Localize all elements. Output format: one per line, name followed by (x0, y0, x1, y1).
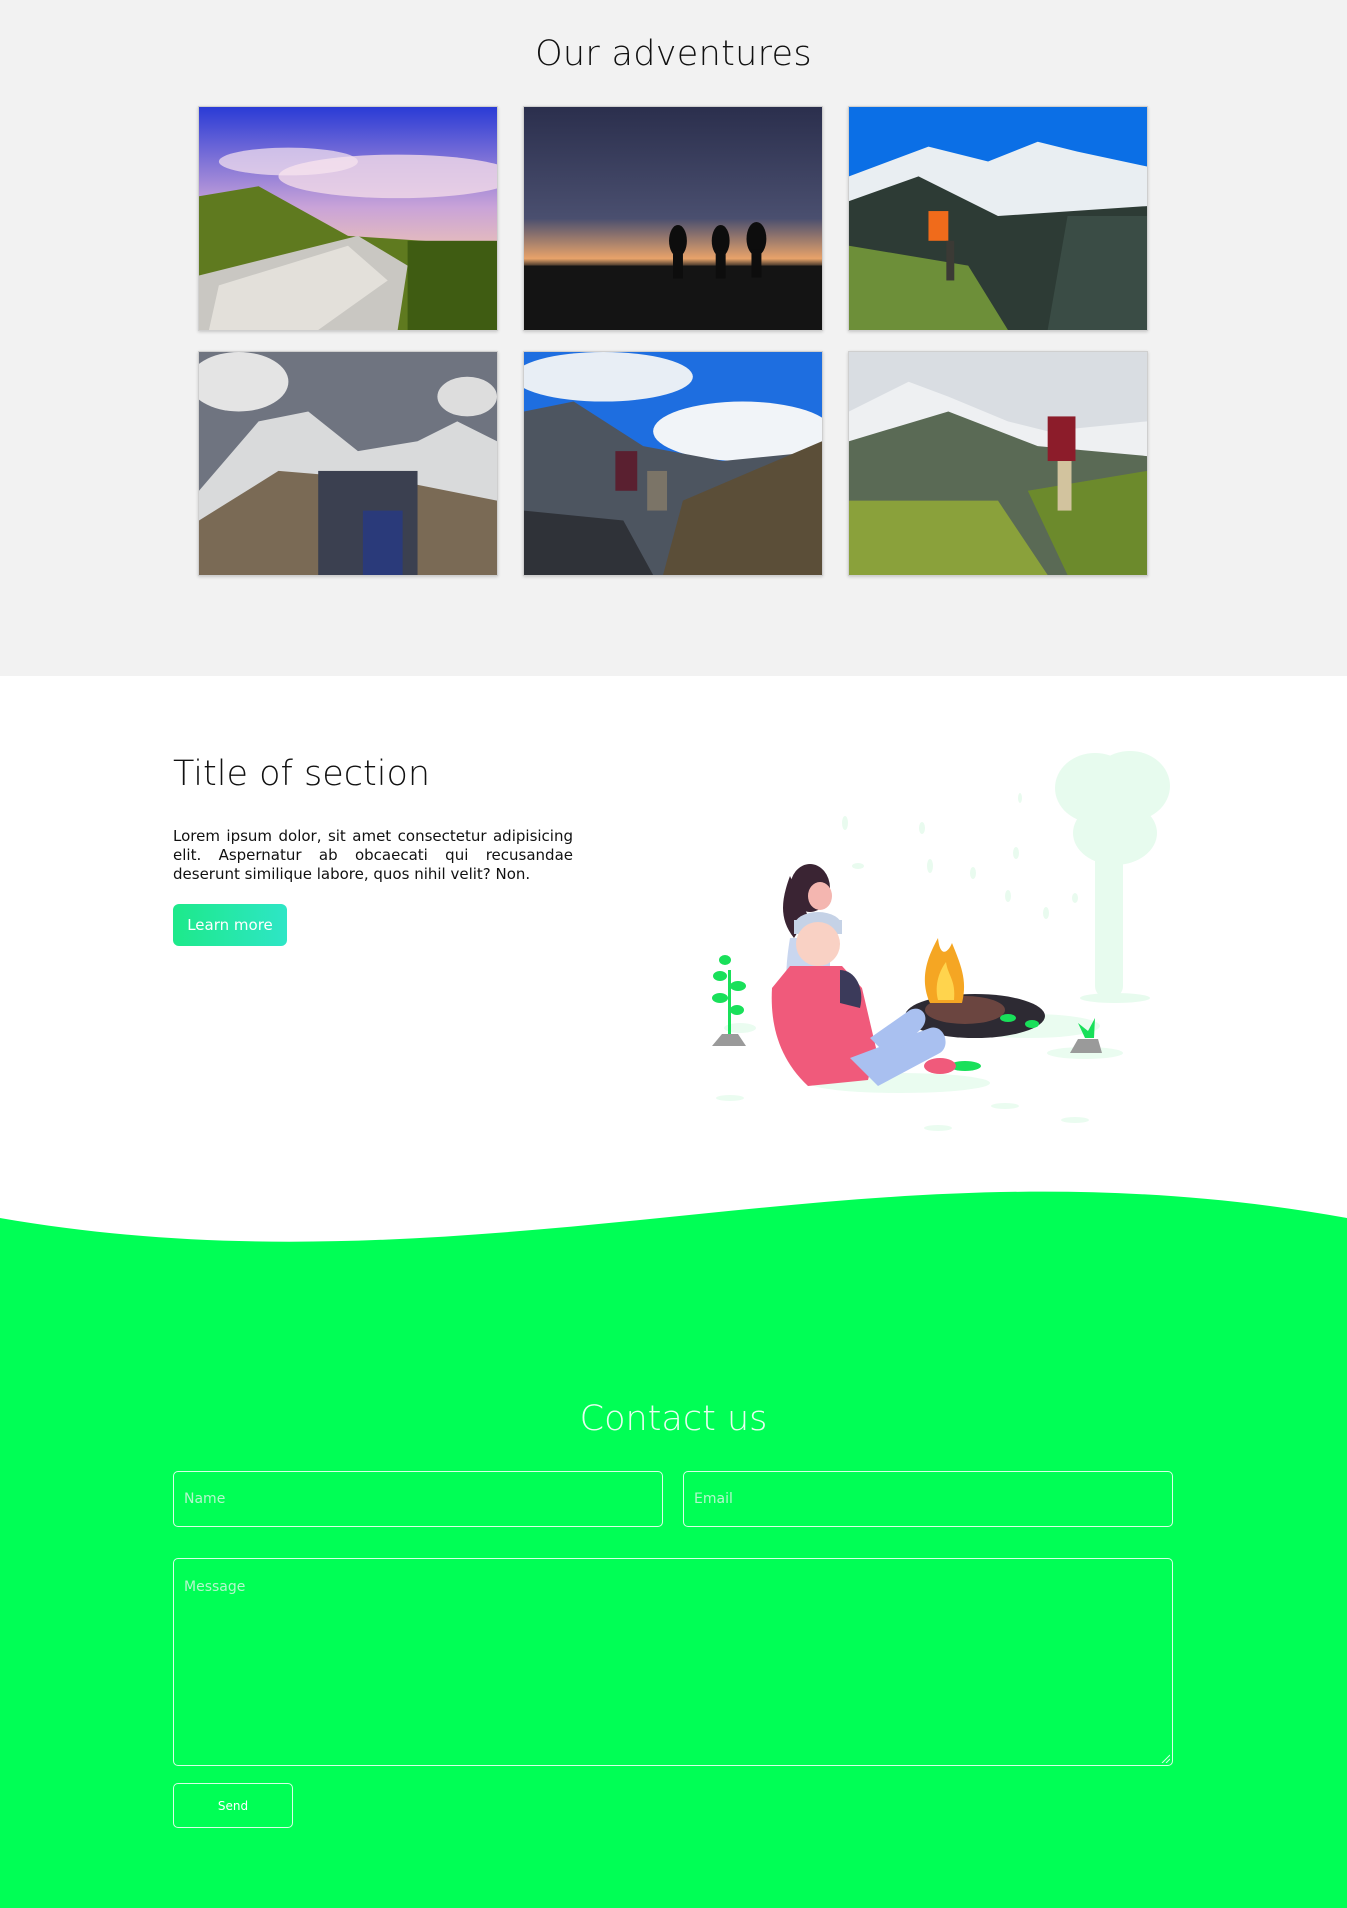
adventure-photo[interactable] (523, 106, 823, 331)
wave-divider (0, 1191, 1347, 1260)
resize-grip-icon[interactable] (1160, 1753, 1170, 1763)
adventure-photo[interactable] (848, 106, 1148, 331)
section-title: Title of section (173, 754, 431, 794)
send-button[interactable]: Send (173, 1783, 293, 1828)
adventures-section: Our adventures (0, 0, 1347, 676)
message-field[interactable] (173, 1558, 1173, 1766)
person-sitting (771, 912, 956, 1086)
fire-icon (924, 938, 965, 1003)
learn-more-button[interactable]: Learn more (173, 904, 287, 946)
adventure-photo[interactable] (848, 351, 1148, 576)
name-field[interactable] (173, 1471, 663, 1527)
section-body-text: Lorem ipsum dolor, sit amet consectetur … (173, 827, 573, 883)
tree-icon (1055, 751, 1170, 1003)
contact-title: Contact us (579, 1399, 768, 1439)
email-field[interactable] (683, 1471, 1173, 1527)
adventure-photo[interactable] (198, 351, 498, 576)
adventure-photo[interactable] (198, 106, 498, 331)
adventures-title: Our adventures (535, 34, 812, 74)
campfire-illustration (690, 748, 1180, 1136)
adventure-photo[interactable] (523, 351, 823, 576)
